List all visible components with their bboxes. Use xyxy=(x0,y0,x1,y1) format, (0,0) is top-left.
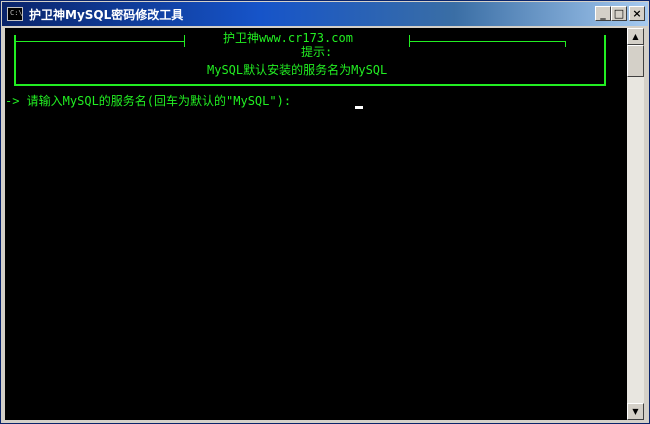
console-app-icon[interactable]: C:\ xyxy=(7,7,23,21)
close-button[interactable]: × xyxy=(629,6,645,21)
banner-site-text: 护卫神www.cr173.com xyxy=(223,31,353,45)
banner-tip-label: 提示: xyxy=(301,45,333,59)
title-bar[interactable]: C:\ 护卫神MySQL密码修改工具 _ □ × xyxy=(2,2,648,26)
banner-top-left-line xyxy=(14,41,185,42)
banner-bottom-border xyxy=(14,84,606,86)
vertical-scrollbar[interactable]: ▲ ▼ xyxy=(627,28,644,420)
window-title: 护卫神MySQL密码修改工具 xyxy=(29,8,184,22)
minimize-button[interactable]: _ xyxy=(595,6,611,21)
banner-tip-text: MySQL默认安装的服务名为MySQL xyxy=(207,63,388,77)
banner-right-border xyxy=(604,35,606,85)
console-icon-label: C:\ xyxy=(10,9,23,17)
console-output-area[interactable]: 护卫神www.cr173.com 提示: MySQL默认安装的服务名为MySQL… xyxy=(5,28,627,420)
banner-top-right-tick xyxy=(565,41,566,47)
scroll-down-arrow-icon[interactable]: ▼ xyxy=(627,403,644,420)
banner-top-right-line xyxy=(409,41,566,42)
banner-left-border xyxy=(14,35,16,85)
maximize-button[interactable]: □ xyxy=(611,6,627,21)
console-window: C:\ 护卫神MySQL密码修改工具 _ □ × 护卫神www.cr173.co… xyxy=(0,0,650,424)
service-name-prompt: -> 请输入MySQL的服务名(回车为默认的"MySQL"): xyxy=(5,94,292,108)
scroll-up-arrow-icon[interactable]: ▲ xyxy=(627,28,644,45)
banner-divider-left xyxy=(184,35,185,47)
text-cursor xyxy=(355,106,363,109)
scroll-thumb[interactable] xyxy=(627,45,644,77)
